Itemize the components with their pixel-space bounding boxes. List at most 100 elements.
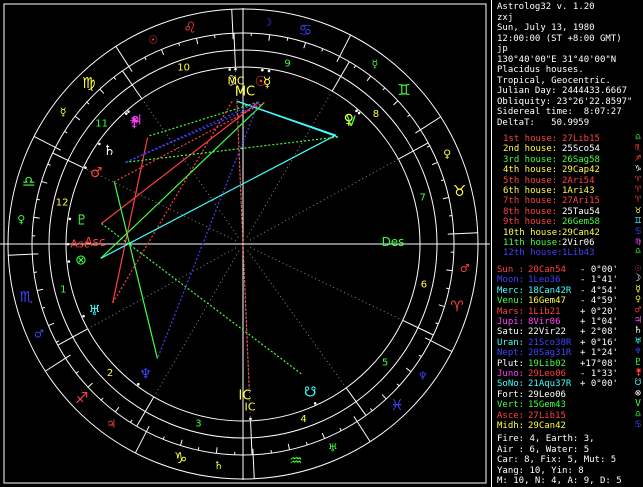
degree-tick (86, 101, 90, 105)
julian-day: Julian Day: 2444433.6667 (497, 86, 628, 96)
degree-tick (128, 66, 133, 72)
degree-tick (415, 129, 421, 134)
planet-label: SoNo: (497, 379, 525, 390)
planet-label: Sun : (497, 265, 525, 275)
aspect-line (113, 181, 159, 359)
air-water-summary: Air : 6, Water: 5 (497, 444, 590, 455)
planet-latitude: - 1°41' (580, 275, 618, 286)
quadrant-summary: M: 10, N: 4, A: 9, D: 5 (497, 476, 622, 486)
planet-latitude: + 0°20' (580, 306, 618, 317)
planet-latitude: - 4°54' (580, 285, 618, 296)
planet-position: 20Can54 (528, 265, 566, 275)
degree-tick (179, 439, 183, 446)
degree-tick (99, 88, 105, 94)
planet-dot (355, 109, 358, 113)
house-label: 2nd house: (503, 144, 558, 155)
planet-mark-icon: ♇ (75, 213, 88, 229)
planet-position: 22Vir22 (528, 327, 566, 338)
info-panel: Astrolog32 v. 1.20 zxj Sun, July 13, 198… (490, 0, 643, 487)
house-cusp (398, 142, 429, 160)
degree-tick (303, 42, 307, 49)
ruler-icon: ☽ (262, 16, 272, 29)
house-label: 8th house: (503, 206, 558, 217)
planet-latitude: + 0°00' (580, 379, 618, 390)
degree-tick (339, 427, 342, 431)
degree-tick (369, 408, 373, 412)
house-number: 7 (420, 193, 426, 204)
planet-dot (228, 68, 232, 71)
zodiac-sign-icon: ♉ (453, 182, 466, 200)
planet-dot (313, 402, 317, 405)
degree-tick (435, 322, 439, 325)
zodiac-sign-icon: ♐ (75, 389, 88, 407)
zodiac-sign-icon: ♏ (20, 288, 34, 306)
house-value: 29Cap42 (562, 165, 600, 176)
planet-dot (82, 314, 85, 318)
degree-tick (37, 288, 44, 292)
degree-tick (405, 367, 412, 373)
house-cusp-inner (249, 158, 399, 241)
degree-tick (268, 34, 271, 41)
zodiac-type: Tropical, Geocentric. (497, 75, 611, 86)
planet-mark-icon: ☋ (304, 385, 316, 401)
modality-summary: Car: 8, Fix: 5, Mut: 5 (497, 455, 617, 465)
planet-label: Vert: (497, 400, 525, 411)
planet-latitude: + 1°04' (580, 317, 618, 327)
house-number: 8 (373, 109, 379, 120)
degree-tick (87, 382, 93, 388)
house-label: 5th house: (503, 175, 558, 186)
house-number: 4 (300, 414, 306, 425)
degree-tick (215, 447, 218, 454)
degree-tick (41, 306, 46, 309)
sign-boundary (453, 232, 478, 235)
sign-boundary (115, 46, 130, 67)
house-value: 1Lib43 (562, 248, 595, 259)
ruler-icon: ♆ (418, 369, 428, 382)
ruler-icon: ☿ (60, 106, 67, 119)
ruler-icon: ♂ (34, 327, 44, 340)
house-label: 3rd house: (503, 154, 558, 165)
degree-tick (366, 75, 372, 82)
degree-tick (195, 38, 199, 45)
aspect-line (112, 101, 233, 304)
house-cusp (345, 387, 367, 416)
planet-position: 16Gem47 (528, 296, 566, 307)
planet-latitude: +17°08' (580, 358, 618, 369)
degree-tick (425, 337, 431, 342)
planet-position: 21Sco38R (528, 337, 572, 348)
degree-tick (381, 394, 387, 400)
planet-icon: ♋ (635, 419, 642, 430)
degree-tick (114, 406, 120, 413)
house-cusp (122, 70, 143, 100)
zodiac-sign-icon: ♍ (82, 74, 95, 92)
chart-name: zxj (497, 12, 514, 23)
degree-tick (100, 397, 104, 401)
house-label: 10th house: (503, 227, 563, 238)
planet-mark-icon: ⊗ (75, 252, 87, 268)
planet-label: Merc: (497, 285, 525, 296)
planet-position: 29Leo06 (528, 369, 566, 379)
house-cusp-inner (141, 98, 239, 238)
planet-position: 1Leo36 (528, 275, 561, 286)
degree-tick (33, 216, 40, 219)
sign-boundary (356, 421, 371, 442)
planet-dot (249, 417, 252, 421)
ruler-icon: ♃ (106, 417, 116, 430)
house-label: 12th house: (503, 248, 563, 259)
planet-position: 21Aqu37R (528, 379, 572, 390)
degree-tick (382, 87, 386, 91)
house-value: 27Ari15 (562, 196, 600, 207)
zodiac-sign-icon: ♓ (390, 396, 403, 414)
ruler-icon: ☿ (371, 58, 378, 71)
sign-boundary (430, 340, 453, 353)
delta-t: DeltaT: 50.9959 (497, 117, 590, 128)
degree-tick (162, 436, 165, 440)
planet-latitude: + 2°08' (580, 327, 618, 338)
degree-tick (36, 198, 40, 201)
ruler-icon: ♅ (328, 442, 338, 455)
degree-tick (178, 42, 181, 47)
app-title: Astrolog32 v. 1.20 (497, 2, 595, 12)
planet-position: 15Gem43 (528, 400, 566, 411)
descendant-label: Des (382, 235, 405, 249)
degree-tick (47, 163, 51, 166)
